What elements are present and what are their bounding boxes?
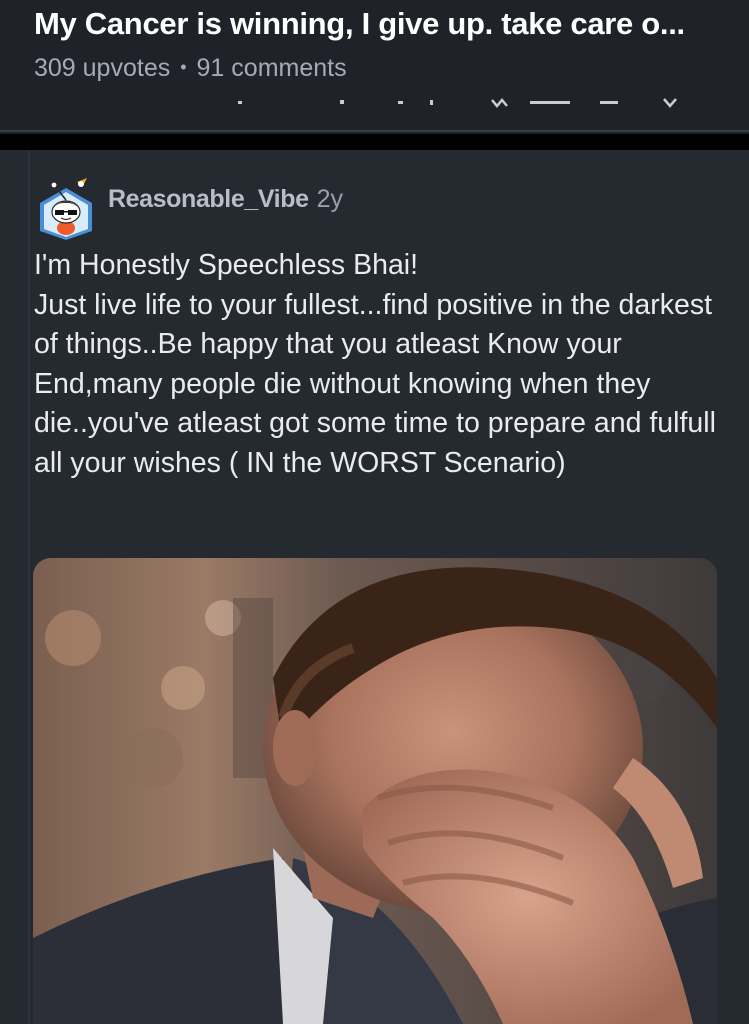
snoo-avatar-with-sunglasses-icon[interactable] — [37, 178, 95, 240]
comment-age: 2y — [316, 185, 343, 213]
meta-separator: • — [180, 57, 187, 77]
crying-man-gif-image[interactable] — [33, 558, 717, 1024]
upvote-count: 309 upvotes — [34, 54, 171, 82]
comment-body: I'm Honestly Speechless Bhai! Just live … — [34, 249, 716, 479]
comment-author-row: Reasonable_Vibe 2y — [108, 185, 343, 214]
comment[interactable]: Reasonable_Vibe 2y I'm Honestly Speechles… — [0, 150, 749, 1024]
header-divider — [0, 130, 749, 132]
truncated-content-strip — [0, 96, 749, 112]
section-separator — [0, 134, 749, 150]
thread-line[interactable] — [28, 150, 30, 1024]
reddit-post-screen: My Cancer is winning, I give up. take ca… — [0, 0, 749, 1024]
post-header[interactable]: My Cancer is winning, I give up. take ca… — [0, 0, 749, 134]
comment-author[interactable]: Reasonable_Vibe — [108, 185, 309, 213]
comment-count: 91 comments — [196, 54, 347, 82]
post-meta: 309 upvotes • 91 comments — [34, 54, 347, 83]
post-title[interactable]: My Cancer is winning, I give up. take ca… — [34, 6, 724, 42]
